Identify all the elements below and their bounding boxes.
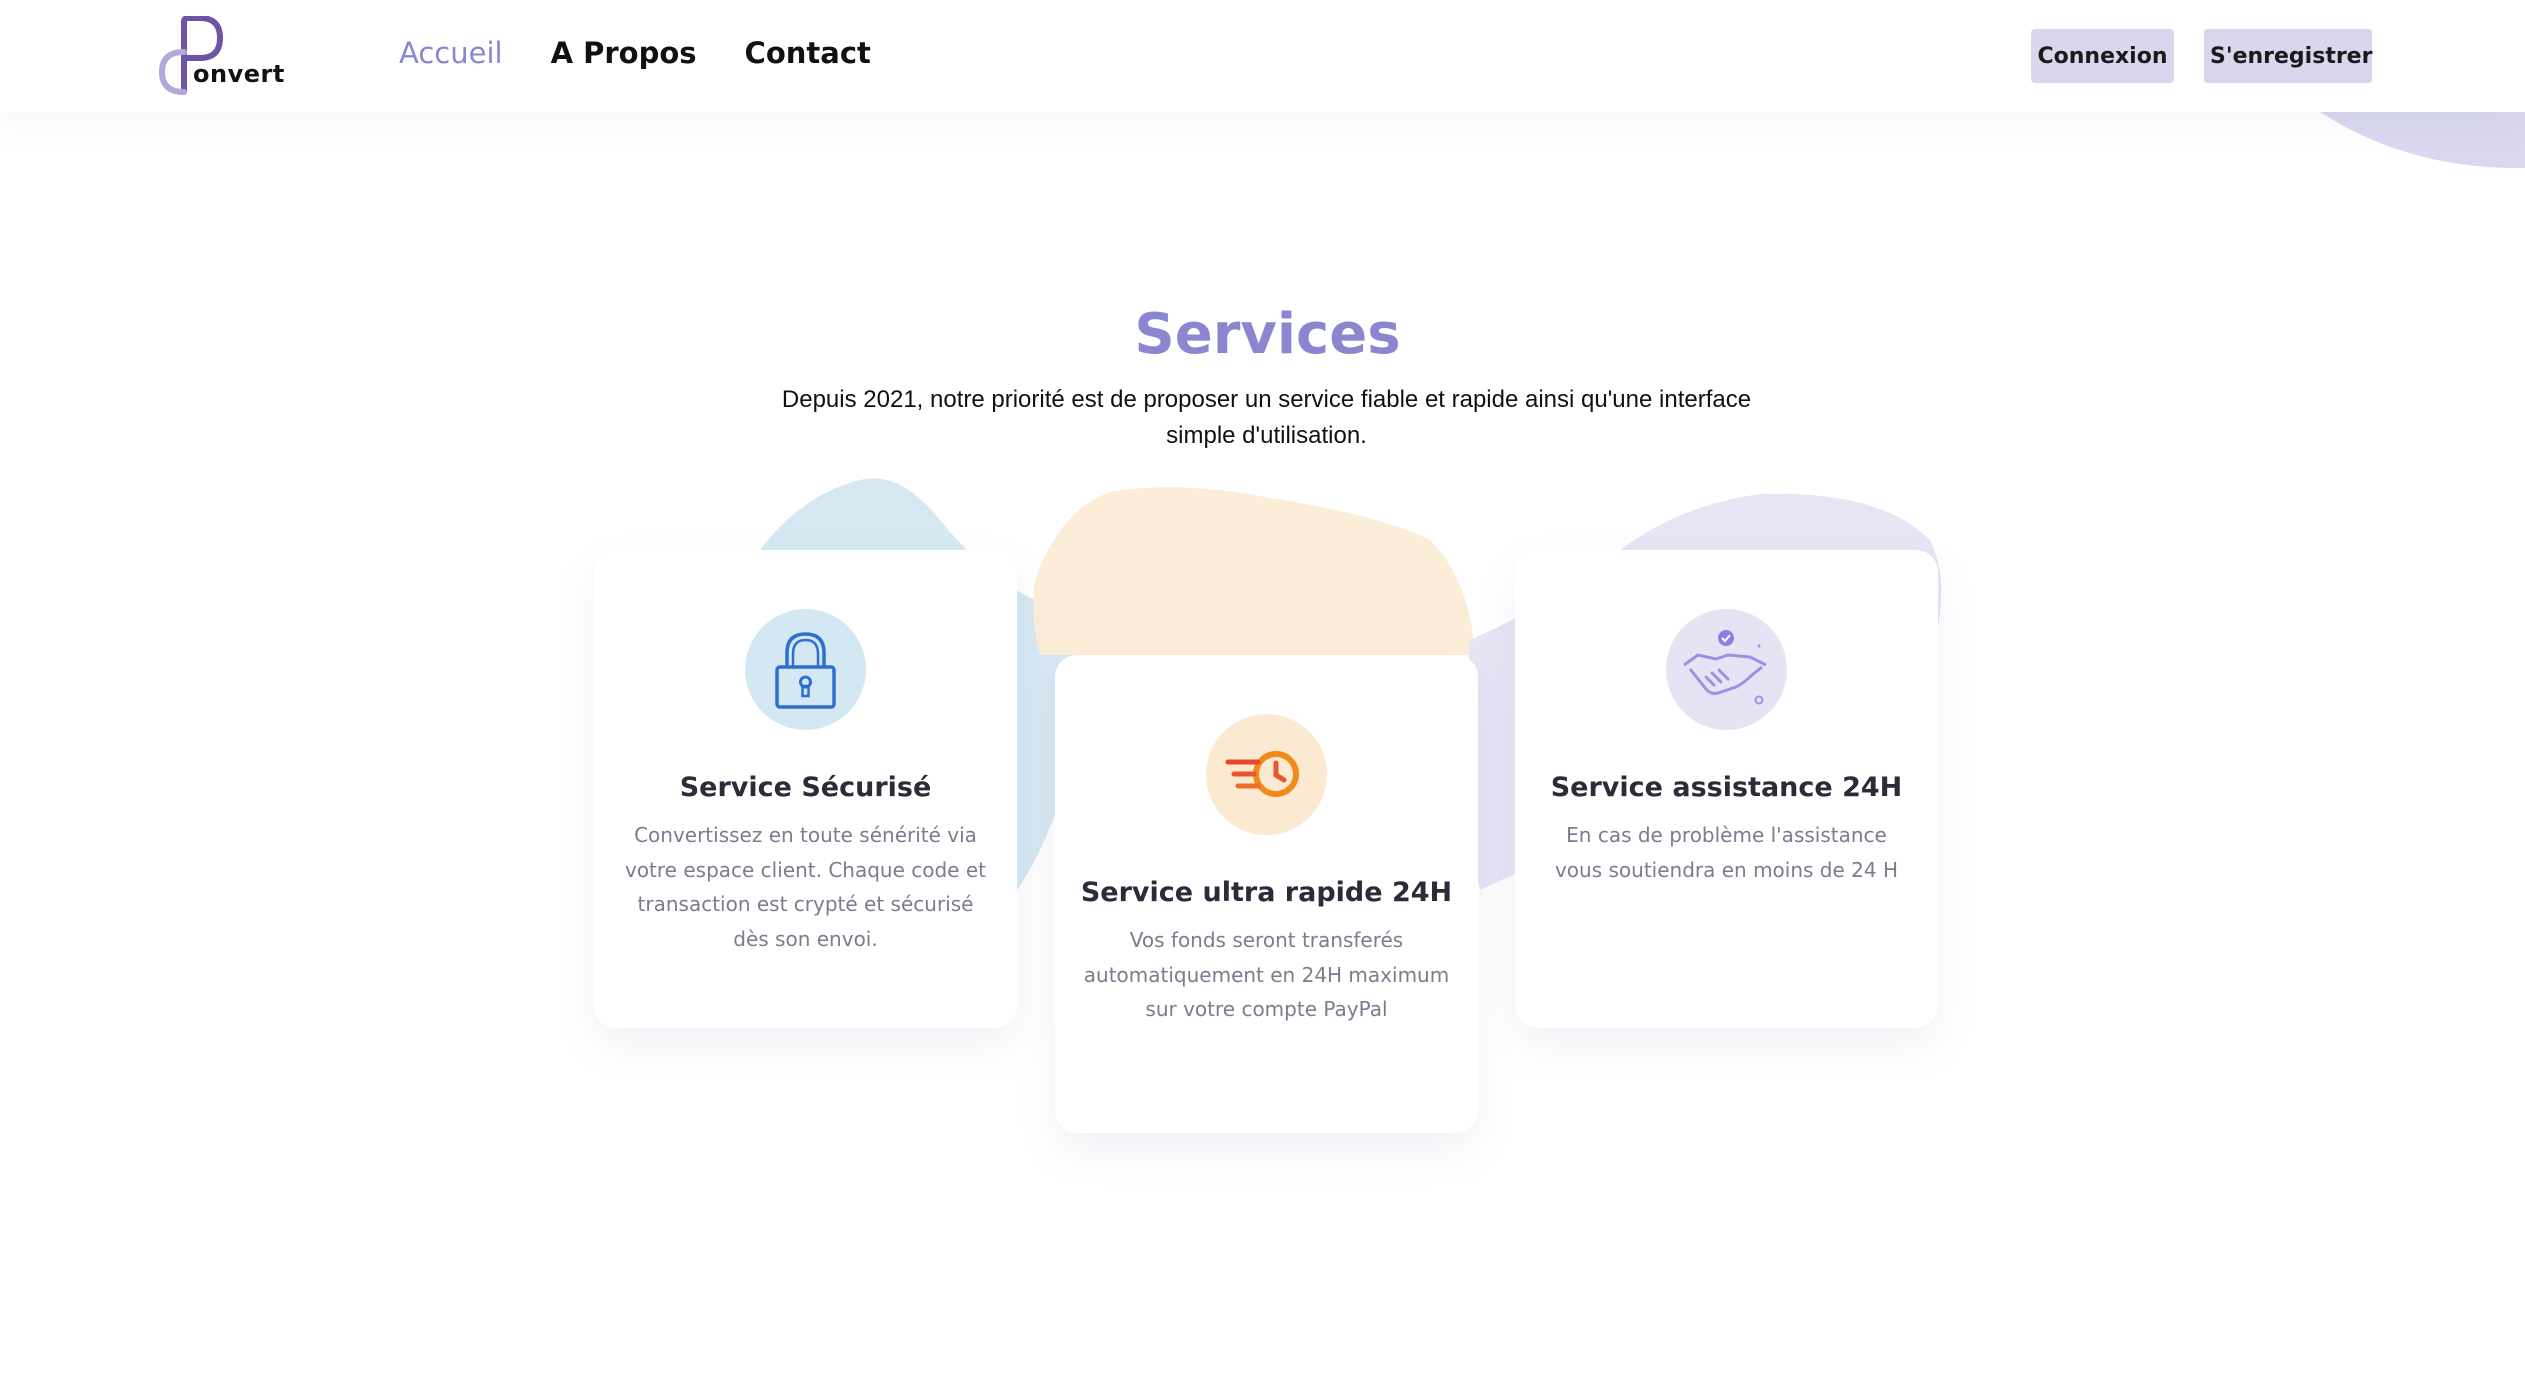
logo[interactable]: onvert	[158, 16, 284, 96]
service-card-text: Convertissez en toute sénérité via votre…	[624, 823, 986, 951]
main-nav: Accueil A Propos Contact	[399, 36, 871, 70]
register-button[interactable]: S'enregistrer	[2204, 29, 2372, 83]
service-card-title: Service ultra rapide 24H	[1080, 877, 1453, 908]
service-card-title: Service Sécurisé	[679, 772, 932, 803]
handshake-icon	[1683, 630, 1767, 705]
service-card-text: En cas de problème l'assistance vous sou…	[1554, 823, 1899, 882]
login-button[interactable]: Connexion	[2031, 29, 2174, 83]
service-card-title: Service assistance 24H	[1550, 772, 1903, 803]
nav-item-contact[interactable]: Contact	[745, 36, 871, 70]
service-card-text: Vos fonds seront transferés automatiquem…	[1083, 928, 1450, 1021]
nav-item-accueil[interactable]: Accueil	[399, 36, 503, 70]
service-card-assistance: Service assistance 24H En cas de problèm…	[1515, 550, 1938, 1028]
logo-text: onvert	[193, 60, 285, 88]
fast-clock-icon	[1225, 751, 1299, 797]
nav-item-a-propos[interactable]: A Propos	[551, 36, 697, 70]
icon-circle	[745, 609, 866, 730]
icon-circle	[1666, 609, 1787, 730]
top-navbar: onvert Accueil A Propos Contact Connexio…	[0, 0, 2525, 112]
service-card-secure: Service Sécurisé Convertissez en toute s…	[594, 550, 1017, 1028]
service-card-fast: Service ultra rapide 24H Vos fonds seron…	[1055, 655, 1478, 1133]
blob-orange	[1033, 487, 1475, 655]
lock-icon	[775, 632, 836, 709]
icon-circle	[1206, 714, 1327, 835]
